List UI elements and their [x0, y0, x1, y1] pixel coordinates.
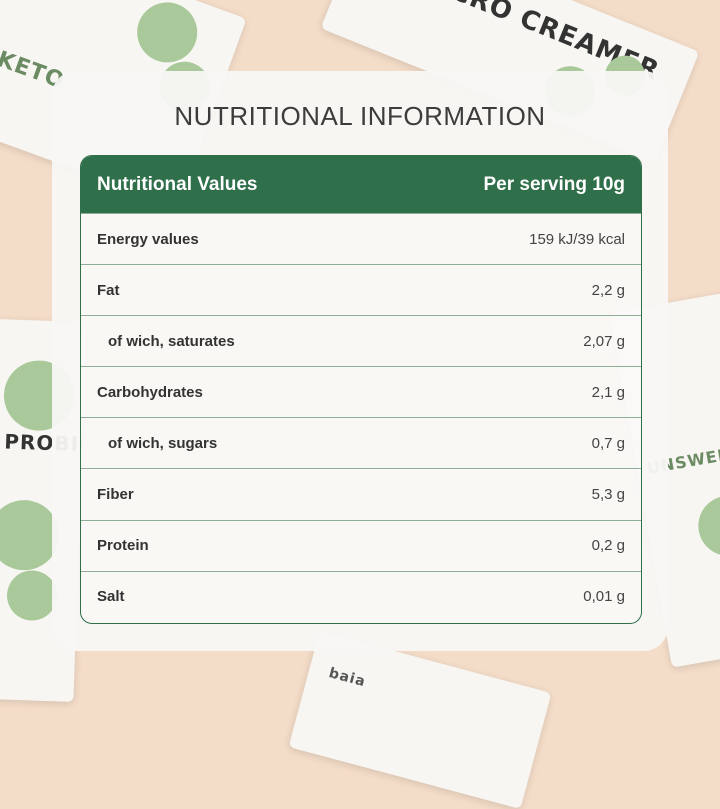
table-row: Fat 2,2 g: [81, 264, 641, 315]
table-row: Carbohydrates 2,1 g: [81, 366, 641, 417]
row-label: Fat: [97, 281, 120, 299]
row-value: 159 kJ/39 kcal: [529, 230, 625, 248]
table-row: of wich, sugars 0,7 g: [81, 417, 641, 468]
table-row: Protein 0,2 g: [81, 519, 641, 571]
row-label: Salt: [97, 588, 125, 606]
row-value: 2,2 g: [591, 281, 625, 299]
table-row: of wich, saturates 2,07 g: [81, 315, 641, 366]
row-label: Energy values: [97, 230, 199, 248]
column-header-per-serving: Per serving 10g: [483, 173, 625, 195]
row-value: 0,7 g: [591, 434, 625, 452]
row-value: 2,07 g: [583, 332, 625, 350]
table-row: Energy values 159 kJ/39 kcal: [81, 213, 641, 264]
row-label: of wich, sugars: [108, 434, 218, 452]
nutrition-table: Nutritional Values Per serving 10g Energ…: [80, 155, 642, 624]
row-value: 0,01 g: [583, 588, 625, 606]
column-header-nutritional-values: Nutritional Values: [97, 173, 258, 195]
table-header: Nutritional Values Per serving 10g: [81, 156, 641, 213]
row-label: Protein: [97, 537, 149, 555]
row-value: 0,2 g: [591, 537, 625, 555]
table-row: Salt 0,01 g: [81, 570, 641, 622]
row-value: 5,3 g: [591, 486, 625, 504]
row-label: of wich, saturates: [108, 332, 235, 350]
row-label: Fiber: [97, 486, 134, 504]
nutrition-card: NUTRITIONAL INFORMATION Nutritional Valu…: [52, 71, 668, 651]
row-label: Carbohydrates: [97, 383, 203, 401]
table-row: Fiber 5,3 g: [81, 468, 641, 519]
row-value: 2,1 g: [591, 383, 625, 401]
page-title: NUTRITIONAL INFORMATION: [174, 101, 546, 131]
packet-text: baia: [327, 665, 368, 691]
